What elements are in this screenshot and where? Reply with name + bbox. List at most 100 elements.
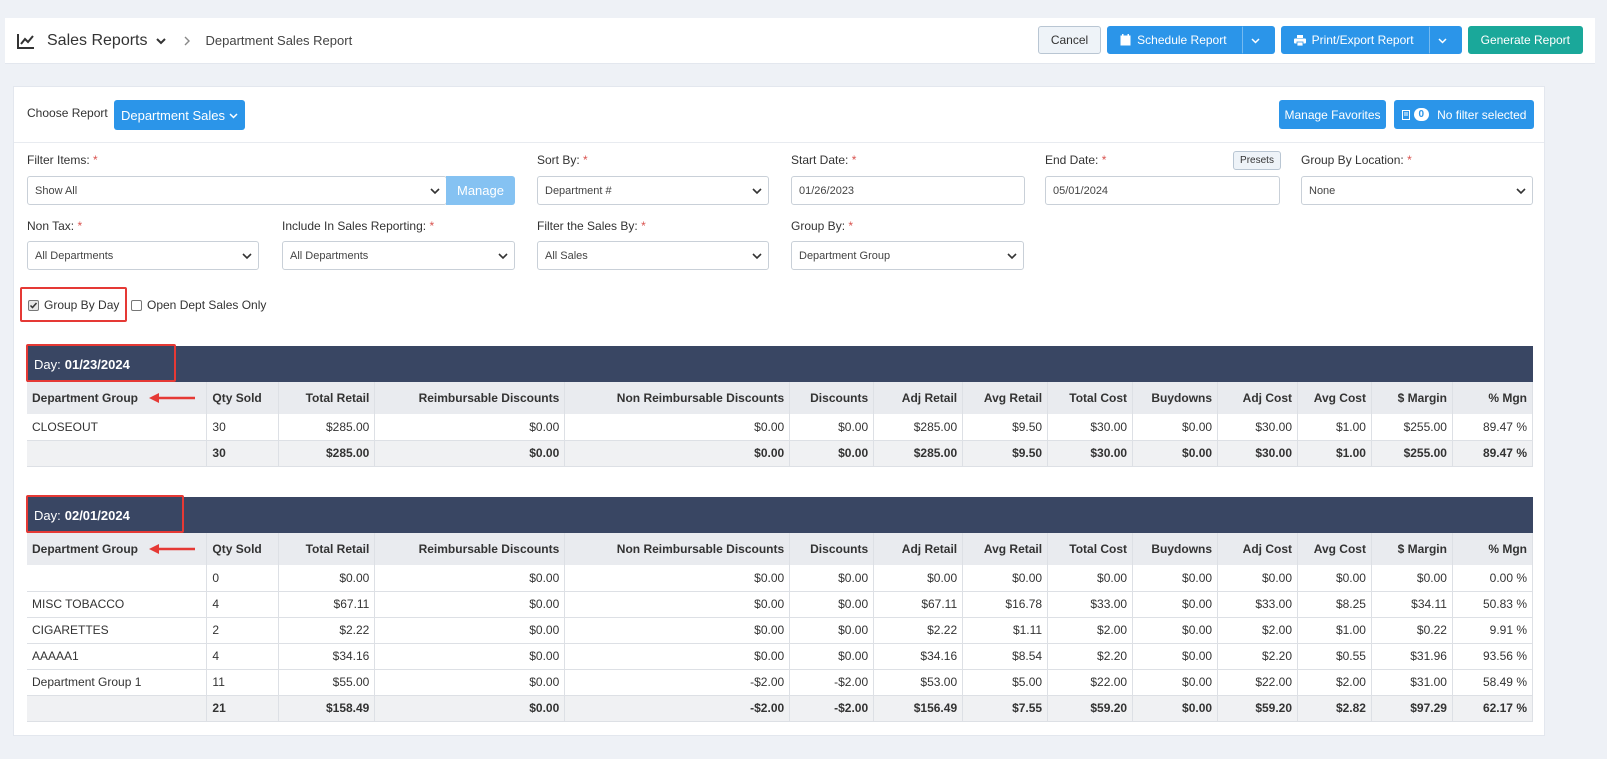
table-cell: $22.00 bbox=[1047, 669, 1134, 696]
manage-filter-button[interactable]: Manage bbox=[446, 176, 515, 205]
line-chart-icon bbox=[17, 33, 34, 49]
total-cell: $30.00 bbox=[1047, 440, 1134, 467]
sort-by-select[interactable]: Department # bbox=[537, 176, 769, 205]
open-dept-sales-label: Open Dept Sales Only bbox=[147, 298, 267, 312]
table-cell: $0.00 bbox=[1132, 643, 1219, 670]
table-cell: 50.83 % bbox=[1452, 591, 1534, 618]
group-by-day-label: Group By Day bbox=[44, 298, 120, 312]
table-cell: -$2.00 bbox=[564, 669, 791, 696]
table-cell: 0 bbox=[206, 565, 280, 592]
table-cell: $33.00 bbox=[1217, 591, 1299, 618]
table-cell: $0.00 bbox=[1371, 565, 1453, 592]
non-tax-label: Non Tax: * bbox=[27, 219, 83, 233]
non-tax-select[interactable]: All Departments bbox=[27, 241, 259, 270]
table-cell: $22.00 bbox=[1217, 669, 1299, 696]
column-header: Avg Cost bbox=[1297, 382, 1372, 414]
red-arrow-icon bbox=[149, 544, 195, 554]
filter-items-select[interactable]: Show All bbox=[27, 176, 447, 205]
table-cell: $30.00 bbox=[1047, 414, 1134, 441]
table-cell: $67.11 bbox=[873, 591, 964, 618]
table-cell: $2.00 bbox=[1297, 669, 1372, 696]
table-cell: $34.16 bbox=[278, 643, 376, 670]
calendar-icon bbox=[1120, 34, 1131, 46]
breadcrumb: Department Sales Report bbox=[205, 33, 353, 48]
column-header: Qty Sold bbox=[206, 382, 280, 414]
column-header: Avg Retail bbox=[962, 533, 1049, 565]
chevron-down-icon bbox=[1438, 37, 1447, 44]
table-cell: $255.00 bbox=[1371, 414, 1453, 441]
table-cell: $2.20 bbox=[1217, 643, 1299, 670]
total-cell: -$2.00 bbox=[789, 695, 875, 722]
cancel-button[interactable]: Cancel bbox=[1037, 26, 1102, 54]
table-row: MISC TOBACCO 4 $67.11 $0.00 $0.00 $0.00 $67.11… bbox=[27, 591, 1534, 618]
table-cell: $0.00 bbox=[564, 565, 791, 592]
filter-items-label: Filter Items: * bbox=[27, 153, 98, 167]
schedule-report-button[interactable]: Schedule Report bbox=[1107, 26, 1242, 54]
table-cell: $0.00 bbox=[1132, 669, 1219, 696]
table-cell: $53.00 bbox=[873, 669, 964, 696]
highlight-box bbox=[26, 495, 184, 533]
group-by-location-select[interactable]: None bbox=[1301, 176, 1533, 205]
chevron-down-icon bbox=[752, 253, 762, 260]
app-title[interactable]: Sales Reports bbox=[47, 32, 148, 50]
total-cell: $59.20 bbox=[1047, 695, 1134, 722]
print-export-button[interactable]: Print/Export Report bbox=[1280, 26, 1429, 54]
highlight-box bbox=[26, 344, 176, 382]
manage-favorites-button[interactable]: Manage Favorites bbox=[1279, 100, 1386, 129]
table-cell: $31.00 bbox=[1371, 669, 1453, 696]
report-select-button[interactable]: Department Sales bbox=[114, 100, 245, 130]
total-cell: -$2.00 bbox=[564, 695, 791, 722]
total-cell: $0.00 bbox=[374, 440, 566, 467]
generate-report-button[interactable]: Generate Report bbox=[1467, 26, 1583, 54]
start-date-input[interactable]: 01/26/2023 bbox=[791, 176, 1025, 205]
table-cell: $5.00 bbox=[962, 669, 1049, 696]
table-cell: $2.00 bbox=[1047, 617, 1134, 644]
table-cell: $0.00 bbox=[564, 591, 791, 618]
column-header: Total Cost bbox=[1047, 533, 1134, 565]
table-cell: $0.00 bbox=[564, 414, 791, 441]
end-date-input[interactable]: 05/01/2024 bbox=[1045, 176, 1280, 205]
table-cell: $0.00 bbox=[374, 414, 566, 441]
column-header: Adj Cost bbox=[1217, 382, 1299, 414]
table-cell: $0.00 bbox=[789, 643, 875, 670]
open-dept-sales-checkbox[interactable]: Open Dept Sales Only bbox=[131, 298, 266, 312]
total-cell: 21 bbox=[206, 695, 280, 722]
filter-status-button[interactable]: 0 No filter selected bbox=[1394, 100, 1534, 129]
include-sales-select[interactable]: All Departments bbox=[282, 241, 515, 270]
table-cell: $0.55 bbox=[1297, 643, 1372, 670]
filter-sales-by-select[interactable]: All Sales bbox=[537, 241, 769, 270]
chevron-down-icon bbox=[1516, 188, 1526, 195]
table-cell: 11 bbox=[206, 669, 280, 696]
table-row: 0 $0.00 $0.00 $0.00 $0.00 $0.00 $0.00 $0.00 $0.0… bbox=[27, 565, 1534, 592]
total-cell: $1.00 bbox=[1297, 440, 1372, 467]
column-header: % Mgn bbox=[1452, 382, 1534, 414]
total-cell: $156.49 bbox=[873, 695, 964, 722]
table-cell: $0.00 bbox=[1047, 565, 1134, 592]
table-cell: $2.20 bbox=[1047, 643, 1134, 670]
column-header: Qty Sold bbox=[206, 533, 280, 565]
schedule-dropdown-toggle[interactable] bbox=[1241, 26, 1275, 54]
total-cell: $0.00 bbox=[1132, 440, 1219, 467]
table-cell: 9.91 % bbox=[1452, 617, 1534, 644]
table-cell: $0.00 bbox=[374, 669, 566, 696]
chevron-down-icon[interactable] bbox=[154, 34, 168, 48]
total-cell: $0.00 bbox=[789, 440, 875, 467]
checkbox-checked-icon bbox=[28, 299, 39, 311]
table-row: CLOSEOUT 30 $285.00 $0.00 $0.00 $0.00 $285.00 $… bbox=[27, 414, 1534, 441]
total-cell: 62.17 % bbox=[1452, 695, 1534, 722]
table-header-row: Department Group Qty Sold Total Retail Reim… bbox=[27, 533, 1534, 565]
print-dropdown-toggle[interactable] bbox=[1428, 26, 1462, 54]
table-cell: 93.56 % bbox=[1452, 643, 1534, 670]
include-sales-label: Include In Sales Reporting: * bbox=[282, 219, 435, 233]
group-by-select[interactable]: Department Group bbox=[791, 241, 1024, 270]
table-cell bbox=[27, 565, 208, 592]
column-header: Adj Retail bbox=[873, 533, 964, 565]
total-cell: $0.00 bbox=[374, 695, 566, 722]
presets-button[interactable]: Presets bbox=[1233, 151, 1281, 170]
group-by-day-checkbox[interactable]: Group By Day bbox=[28, 298, 119, 312]
table-cell: $0.00 bbox=[789, 617, 875, 644]
table-cell: $0.00 bbox=[278, 565, 376, 592]
chevron-right-icon bbox=[184, 36, 190, 45]
column-header: Adj Retail bbox=[873, 382, 964, 414]
column-header: Total Cost bbox=[1047, 382, 1134, 414]
